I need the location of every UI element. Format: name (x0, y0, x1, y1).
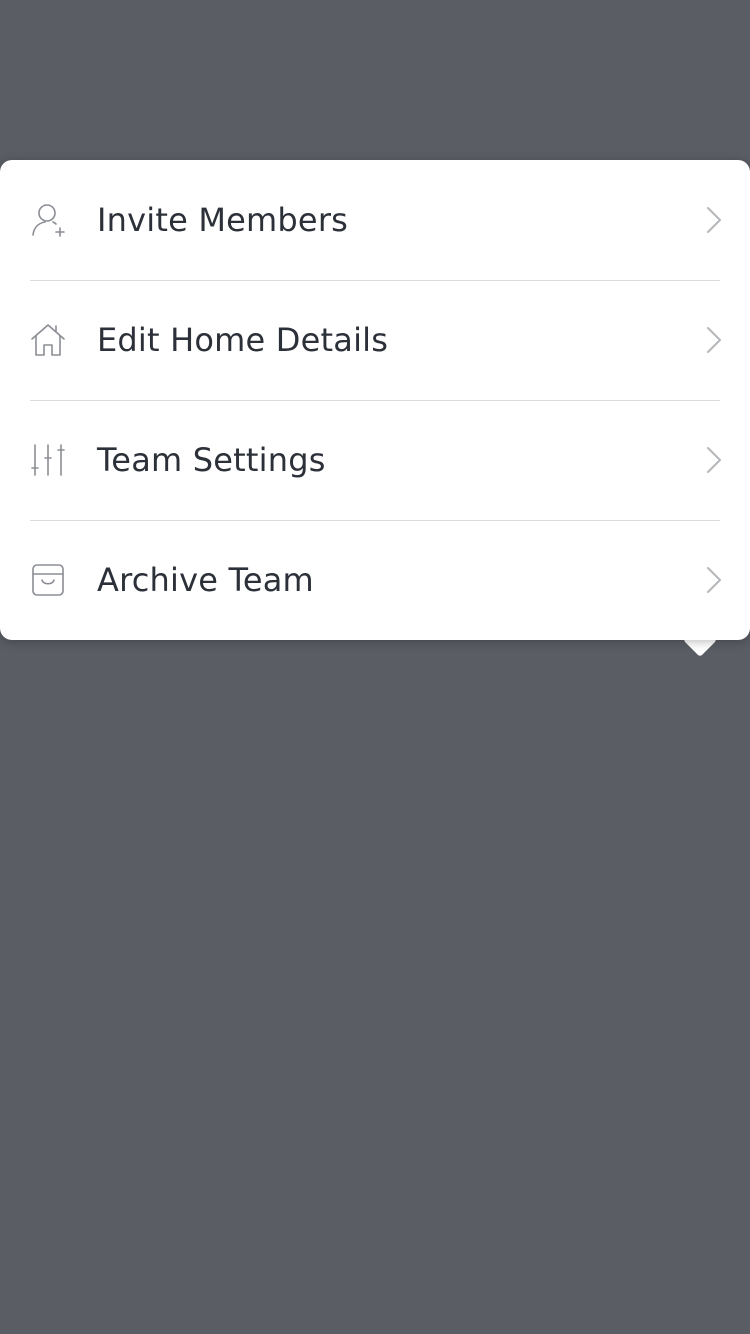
menu-item-invite-members[interactable]: Invite Members (0, 160, 750, 280)
menu-item-edit-home-details[interactable]: Edit Home Details (0, 280, 750, 400)
chevron-right-icon (707, 567, 721, 593)
add-user-icon (30, 202, 66, 238)
sliders-icon (30, 442, 66, 478)
menu-item-label: Archive Team (97, 561, 314, 599)
home-icon (30, 322, 66, 358)
menu-item-label: Invite Members (97, 201, 349, 239)
archive-icon (30, 562, 66, 598)
chevron-right-icon (707, 207, 721, 233)
team-options-popover: Invite Members Edit Home Details Team Se… (0, 160, 750, 640)
chevron-right-icon (707, 327, 721, 353)
menu-item-label: Edit Home Details (97, 321, 389, 359)
chevron-right-icon (707, 447, 721, 473)
menu-item-label: Team Settings (97, 441, 326, 479)
menu-item-archive-team[interactable]: Archive Team (0, 520, 750, 640)
menu-item-team-settings[interactable]: Team Settings (0, 400, 750, 520)
